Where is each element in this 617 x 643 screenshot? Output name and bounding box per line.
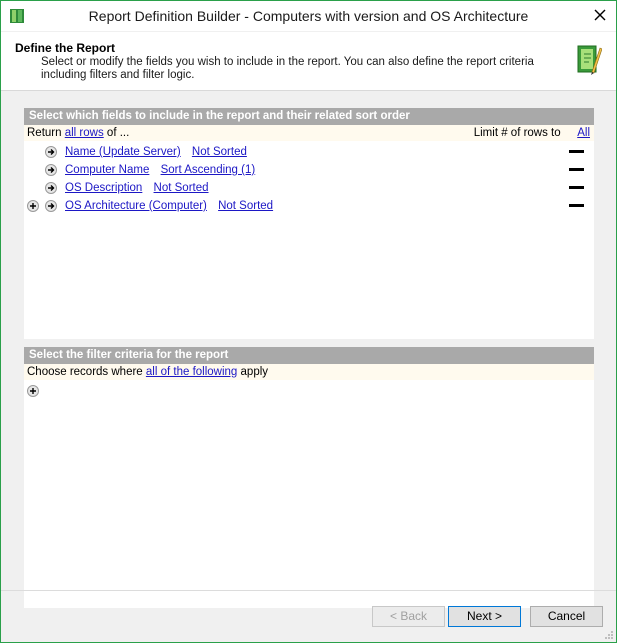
choose-prefix: Choose records where (27, 366, 143, 378)
return-suffix: of ... (106, 127, 130, 139)
return-prefix: Return (27, 127, 62, 139)
field-row: OS Architecture (Computer) Not Sorted (24, 197, 594, 215)
field-row: Computer Name Sort Ascending (1) (24, 161, 594, 179)
arrow-right-circle-icon[interactable] (45, 146, 57, 158)
field-name-link[interactable]: OS Architecture (Computer) (65, 200, 207, 212)
return-rows-link[interactable]: all rows (65, 127, 104, 139)
fields-section-header: Select which fields to include in the re… (24, 108, 594, 125)
field-name-link[interactable]: Computer Name (65, 164, 149, 176)
window-title: Report Definition Builder - Computers wi… (88, 8, 529, 24)
page-description: Select or modify the fields you wish to … (41, 56, 534, 81)
resize-grip-icon[interactable] (604, 630, 614, 640)
limit-rows-group: Limit # of rows to All (474, 125, 590, 141)
section-divider (24, 339, 594, 347)
remove-field-button[interactable] (569, 168, 584, 171)
return-rows-bar: Return all rows of ... Limit # of rows t… (24, 125, 594, 141)
filter-criteria-bar: Choose records where all of the followin… (24, 364, 594, 380)
limit-rows-link[interactable]: All (577, 127, 590, 139)
filter-logic-link[interactable]: all of the following (146, 366, 237, 378)
report-definition-window: Report Definition Builder - Computers wi… (0, 0, 617, 643)
arrow-right-circle-icon[interactable] (45, 164, 57, 176)
next-button[interactable]: Next > (448, 606, 521, 627)
filter-section-header: Select the filter criteria for the repor… (24, 347, 594, 364)
field-name-link[interactable]: OS Description (65, 182, 142, 194)
field-name-link[interactable]: Name (Update Server) (65, 146, 181, 158)
footer-separator (1, 590, 616, 591)
choose-suffix: apply (240, 366, 269, 378)
report-pencil-icon (577, 45, 602, 75)
back-button[interactable]: < Back (372, 606, 445, 627)
report-content-panel: Select which fields to include in the re… (24, 108, 594, 608)
field-row: Name (Update Server) Not Sorted (24, 143, 594, 161)
remove-field-button[interactable] (569, 150, 584, 153)
sort-order-link[interactable]: Not Sorted (192, 146, 247, 158)
plus-circle-icon[interactable] (27, 385, 39, 397)
title-bar[interactable]: Report Definition Builder - Computers wi… (1, 1, 616, 31)
plus-circle-icon[interactable] (27, 200, 39, 212)
field-item: OS Description Not Sorted (65, 179, 209, 197)
cancel-button[interactable]: Cancel (530, 606, 603, 627)
close-button[interactable] (592, 7, 608, 23)
remove-field-button[interactable] (569, 204, 584, 207)
field-item: Computer Name Sort Ascending (1) (65, 161, 255, 179)
sort-order-link[interactable]: Not Sorted (218, 200, 273, 212)
field-item: OS Architecture (Computer) Not Sorted (65, 197, 273, 215)
field-row: OS Description Not Sorted (24, 179, 594, 197)
sort-order-link[interactable]: Not Sorted (154, 182, 209, 194)
close-icon (594, 9, 606, 21)
arrow-right-circle-icon[interactable] (45, 182, 57, 194)
arrow-right-circle-icon[interactable] (45, 200, 57, 212)
sort-order-link[interactable]: Sort Ascending (1) (161, 164, 256, 176)
limit-rows-label: Limit # of rows to (473, 127, 561, 139)
field-item: Name (Update Server) Not Sorted (65, 143, 247, 161)
page-title: Define the Report (15, 41, 116, 55)
page-header: Define the Report Select or modify the f… (1, 32, 616, 91)
remove-field-button[interactable] (569, 186, 584, 189)
